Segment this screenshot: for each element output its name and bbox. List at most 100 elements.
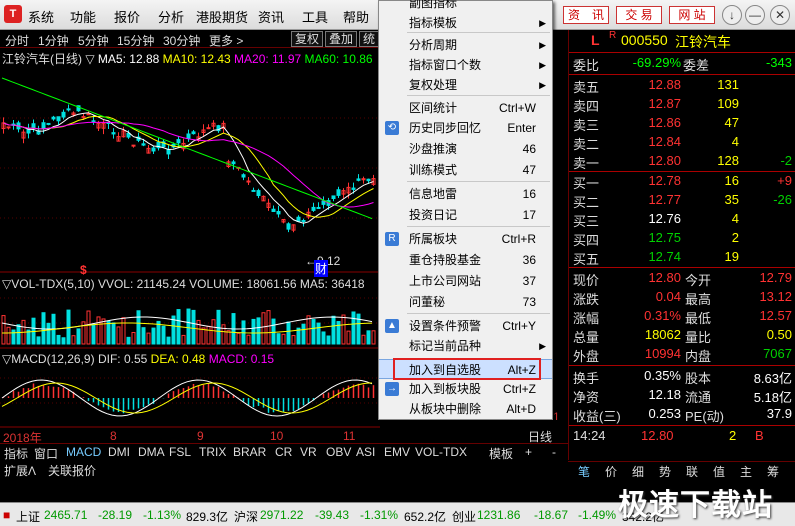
period-tab[interactable]: 5分钟 — [78, 32, 109, 49]
menu-item-16[interactable]: 标记当前品种 ▶ — [379, 336, 552, 356]
menu-item-label: 加入到板块股 — [409, 382, 482, 396]
event-marker-icon[interactable]: $ — [80, 263, 87, 277]
bid-row[interactable]: 买四 12.75 2 — [569, 230, 795, 249]
menu-item-12[interactable]: 重仓持股基金 36 — [379, 250, 552, 270]
menu-item-9[interactable]: 信息地雷 16 — [379, 184, 552, 204]
submenu-arrow-icon: ▶ — [539, 40, 546, 50]
bid-row[interactable]: 买一 12.78 16 +9 — [569, 173, 795, 192]
finance-marker[interactable]: 财 — [314, 260, 329, 277]
menu-function[interactable]: 功能 — [70, 7, 96, 26]
candle-body — [271, 208, 276, 213]
indicator-tab[interactable]: ASI — [356, 445, 375, 459]
volume-bar — [191, 309, 196, 345]
trade-button[interactable]: 交 易 — [616, 6, 662, 24]
minimize-icon[interactable]: — — [745, 5, 765, 25]
menu-item-5[interactable]: 区间统计 Ctrl+W — [379, 98, 552, 118]
r-mark: R — [609, 30, 617, 41]
period-tab[interactable]: 1分钟 — [38, 32, 69, 49]
kline-legend: 江铃汽车(日线) ▽ MA5: 12.88 MA10: 12.43 MA20: … — [2, 52, 373, 66]
indicator-tab[interactable]: 模板 — [489, 445, 513, 462]
period-tab[interactable]: 30分钟 — [163, 32, 200, 49]
indicator-tab[interactable]: 窗口 — [34, 445, 58, 462]
bid-row[interactable]: 买五 12.74 19 — [569, 249, 795, 268]
menu-item-7[interactable]: 沙盘推演 46 — [379, 139, 552, 159]
menu-item-18[interactable]: 加入到板块股 Ctrl+Z → — [379, 379, 552, 399]
menu-analysis[interactable]: 分析 — [158, 7, 184, 26]
restore-down-icon[interactable]: ↓ — [722, 5, 742, 25]
menu-item-3[interactable]: 指标窗口个数 ▶ — [379, 55, 552, 75]
kline-chart[interactable] — [0, 48, 380, 428]
menu-item-19[interactable]: 从板块中删除 Alt+D — [379, 399, 552, 419]
menu-item-shortcut: Ctrl+R — [501, 232, 536, 246]
related-quote-tab[interactable]: 关联报价 — [48, 462, 96, 479]
indicator-tab[interactable]: MACD — [66, 445, 101, 459]
indicator-tab[interactable]: VOL-TDX — [415, 445, 467, 459]
indicator-tab[interactable]: DMI — [108, 445, 130, 459]
weibi-row: 委比 -69.29% 委差 -343 — [573, 55, 792, 73]
order-price: 12.87 — [648, 96, 681, 111]
indicator-tab[interactable]: CR — [275, 445, 292, 459]
ask-row[interactable]: 卖五 12.88 131 — [569, 77, 795, 96]
volume-bar — [216, 309, 221, 345]
candle-body — [336, 189, 341, 196]
order-price: 12.84 — [648, 134, 681, 149]
indicator-tab[interactable]: FSL — [169, 445, 191, 459]
bid-row[interactable]: 买三 12.76 4 — [569, 211, 795, 230]
restore-rights-button[interactable]: 复权 — [291, 31, 324, 47]
indicator-tab[interactable]: TRIX — [199, 445, 226, 459]
indicator-tab[interactable]: + — [525, 445, 532, 459]
menu-item-15[interactable]: 设置条件预警 Ctrl+Y ▲ — [379, 316, 552, 336]
ask-row[interactable]: 卖四 12.87 109 — [569, 96, 795, 115]
volume-bar — [56, 334, 61, 345]
stats-button[interactable]: 统 — [359, 31, 380, 47]
menu-hk-futures[interactable]: 港股期货 — [196, 7, 248, 26]
menu-item-2[interactable]: 分析周期 ▶ — [379, 35, 552, 55]
menu-news[interactable]: 资讯 — [258, 7, 284, 26]
dif-value: DIF: 0.55 — [97, 352, 148, 366]
indicator-tab[interactable]: - — [552, 445, 556, 459]
menu-item-4[interactable]: 复权处理 ▶ — [379, 75, 552, 95]
indicator-tab[interactable]: 指标 — [4, 445, 28, 462]
volume-bar — [61, 337, 66, 345]
indicator-tab[interactable]: VR — [300, 445, 317, 459]
volume-bar — [371, 330, 376, 345]
indicator-tab[interactable]: DMA — [138, 445, 165, 459]
bid-row[interactable]: 买二 12.77 35 -26 — [569, 192, 795, 211]
period-more[interactable]: 更多 > — [209, 32, 243, 49]
period-tab[interactable]: 15分钟 — [117, 32, 154, 49]
ask-row[interactable]: 卖二 12.84 4 — [569, 134, 795, 153]
chart-area[interactable]: 江铃汽车(日线) ▽ MA5: 12.88 MA10: 12.43 MA20: … — [0, 48, 380, 445]
quote-panel: L R 000550 江铃汽车 委比 -69.29% 委差 -343 卖五 12.… — [568, 30, 795, 460]
stat-label: 总量 — [573, 330, 600, 345]
order-level-label: 卖四 — [573, 99, 600, 114]
period-tab[interactable]: 分时 — [5, 32, 29, 49]
news-button[interactable]: 资 讯 — [563, 6, 609, 24]
volume-bar — [111, 322, 116, 345]
indicator-tab[interactable]: EMV — [384, 445, 410, 459]
menu-item-13[interactable]: 上市公司网站 37 — [379, 271, 552, 291]
candle-body — [91, 120, 96, 123]
menu-system[interactable]: 系统 — [28, 7, 54, 26]
close-icon[interactable]: ✕ — [770, 5, 790, 25]
extend-tab[interactable]: 扩展Λ — [4, 462, 36, 479]
overlay-button[interactable]: 叠加 — [325, 31, 358, 47]
ask-row[interactable]: 卖一 12.80 128 -2 — [569, 153, 795, 172]
menu-item-0[interactable]: 副图指标 — [379, 0, 552, 13]
menu-help[interactable]: 帮助 — [343, 7, 369, 26]
menu-item-1[interactable]: 指标模板 ▶ — [379, 13, 552, 33]
website-button[interactable]: 网 站 — [669, 6, 715, 24]
menu-item-6[interactable]: 历史同步回忆 Enter ⟲ — [379, 118, 552, 138]
menu-item-shortcut: 36 — [522, 253, 536, 267]
menu-item-11[interactable]: 所属板块 Ctrl+R R — [379, 229, 552, 249]
candle-body — [316, 206, 321, 209]
menu-quote[interactable]: 报价 — [114, 7, 140, 26]
menu-item-10[interactable]: 投资日记 17 — [379, 205, 552, 225]
menu-tools[interactable]: 工具 — [302, 7, 328, 26]
candle-body — [191, 131, 196, 135]
indicator-tab[interactable]: BRAR — [233, 445, 266, 459]
menu-item-8[interactable]: 训练模式 47 — [379, 160, 552, 180]
ask-row[interactable]: 卖三 12.86 47 — [569, 115, 795, 134]
menu-item-14[interactable]: 问董秘 73 — [379, 292, 552, 312]
indicator-tab[interactable]: OBV — [326, 445, 351, 459]
volume-bar — [181, 334, 186, 345]
